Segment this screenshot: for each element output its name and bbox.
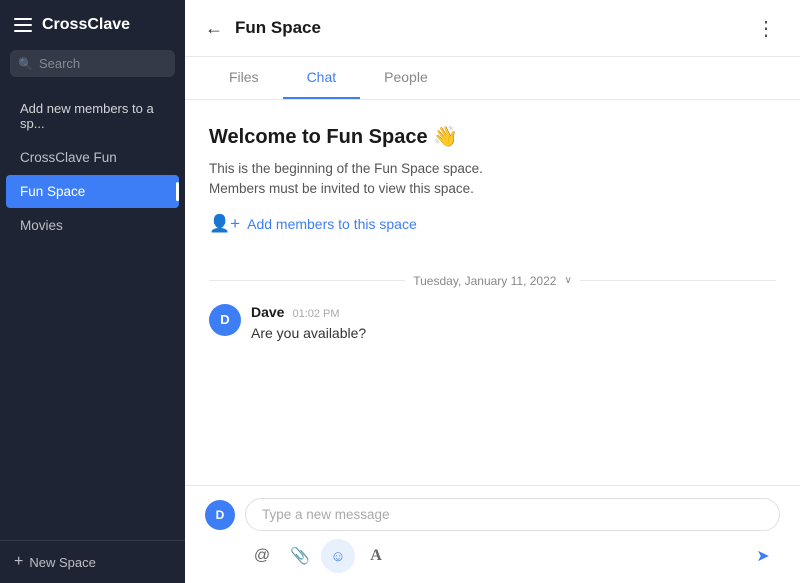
attach-button[interactable]: 📎: [283, 539, 317, 573]
sidebar-item-crossclave-fun[interactable]: CrossClave Fun: [6, 141, 179, 174]
new-space-label: New Space: [29, 555, 95, 570]
paperclip-icon: 📎: [290, 546, 310, 566]
search-input[interactable]: [39, 56, 167, 71]
back-button[interactable]: ←: [205, 18, 223, 39]
divider-line-right: [580, 280, 776, 281]
sidebar-item-movies[interactable]: Movies: [6, 209, 179, 242]
main-header: ← Fun Space ⋮: [185, 0, 800, 57]
add-members-label: Add members to this space: [247, 216, 417, 232]
tabs-bar: Files Chat People: [185, 57, 800, 100]
send-icon: ➤: [756, 546, 769, 566]
send-button[interactable]: ➤: [746, 539, 780, 573]
message-text: Are you available?: [251, 323, 776, 344]
app-name: CrossClave: [42, 16, 130, 34]
more-options-button[interactable]: ⋮: [752, 14, 780, 42]
table-row: D Dave 01:02 PM Are you available?: [209, 304, 776, 344]
add-person-icon: 👤+: [209, 214, 240, 234]
format-button[interactable]: A: [359, 539, 393, 573]
date-divider: Tuesday, January 11, 2022 ∨: [209, 274, 776, 288]
sidebar-nav: Add new members to a sp... CrossClave Fu…: [0, 87, 185, 540]
add-members-link[interactable]: 👤+ Add members to this space: [209, 214, 776, 234]
input-row: D: [205, 498, 780, 531]
collapse-icon[interactable]: ∨: [564, 275, 571, 286]
welcome-title: Welcome to Fun Space 👋: [209, 124, 776, 149]
sidebar-item-add-members[interactable]: Add new members to a sp...: [6, 92, 179, 140]
date-label: Tuesday, January 11, 2022: [413, 274, 556, 288]
welcome-section: Welcome to Fun Space 👋 This is the begin…: [209, 124, 776, 234]
tab-files[interactable]: Files: [205, 57, 283, 99]
format-icon: A: [370, 547, 382, 565]
mention-icon: @: [254, 547, 270, 565]
search-icon: 🔍: [18, 57, 33, 71]
avatar: D: [209, 304, 241, 336]
welcome-description: This is the beginning of the Fun Space s…: [209, 159, 776, 200]
emoji-button[interactable]: ☺: [321, 539, 355, 573]
new-space-button[interactable]: + New Space: [14, 553, 171, 571]
user-avatar: D: [205, 500, 235, 530]
message-author: Dave: [251, 304, 284, 320]
input-area: D @ 📎 ☺ A ➤: [185, 485, 800, 583]
menu-icon[interactable]: [14, 18, 32, 32]
search-container[interactable]: 🔍: [10, 50, 175, 77]
active-indicator: [176, 182, 179, 202]
sidebar-item-fun-space[interactable]: Fun Space: [6, 175, 179, 208]
sidebar-header: CrossClave: [0, 0, 185, 50]
sidebar: CrossClave 🔍 Add new members to a sp... …: [0, 0, 185, 583]
tab-people[interactable]: People: [360, 57, 452, 99]
emoji-icon: ☺: [330, 548, 345, 565]
main-content: ← Fun Space ⋮ Files Chat People Welcome …: [185, 0, 800, 583]
sidebar-footer: + New Space: [0, 540, 185, 583]
message-time: 01:02 PM: [292, 308, 339, 320]
page-title: Fun Space: [235, 18, 740, 38]
plus-icon: +: [14, 553, 23, 571]
message-content: Dave 01:02 PM Are you available?: [251, 304, 776, 344]
message-input[interactable]: [245, 498, 780, 531]
tab-chat[interactable]: Chat: [283, 57, 361, 99]
divider-line-left: [209, 280, 405, 281]
mention-button[interactable]: @: [245, 539, 279, 573]
toolbar: @ 📎 ☺ A ➤: [205, 539, 780, 573]
message-meta: Dave 01:02 PM: [251, 304, 776, 320]
chat-area: Welcome to Fun Space 👋 This is the begin…: [185, 100, 800, 485]
